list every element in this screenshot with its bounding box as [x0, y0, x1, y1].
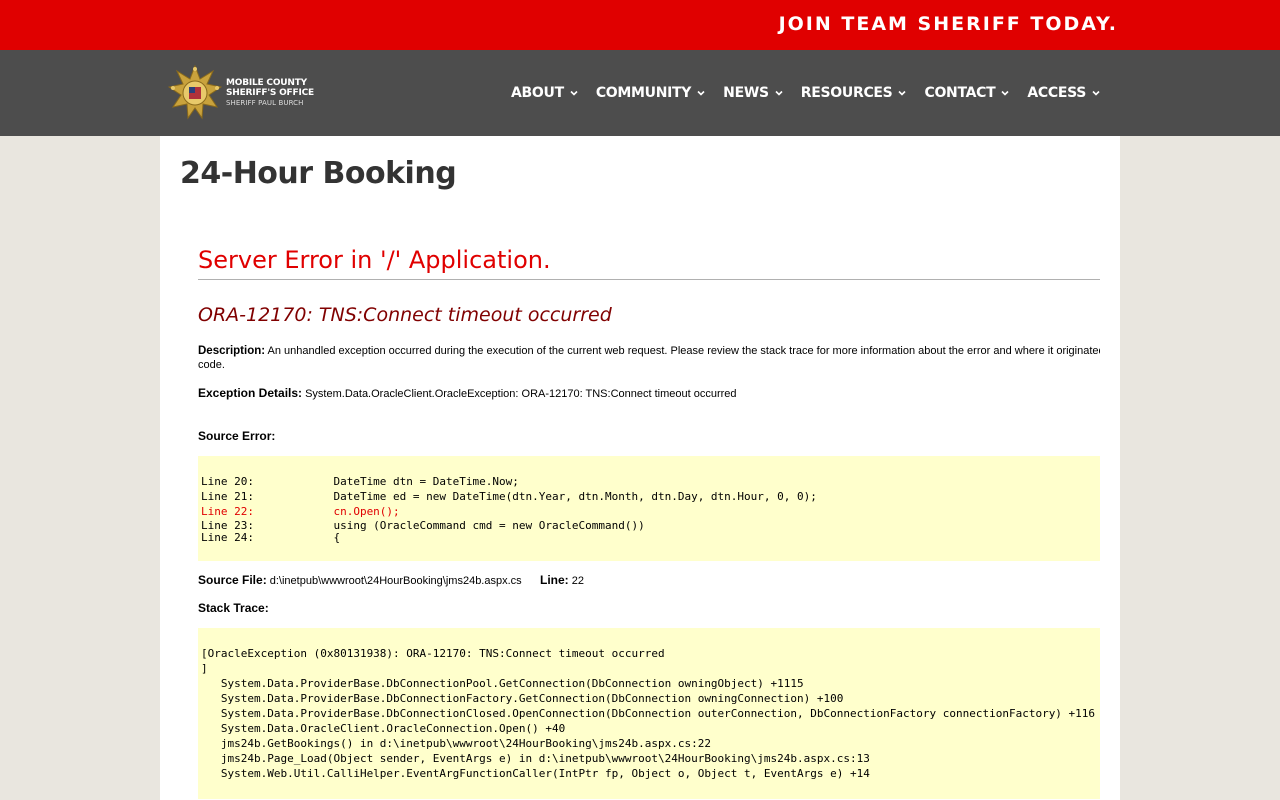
source-error-code: Line 20: DateTime dtn = DateTime.Now; Lin…	[198, 456, 1100, 561]
chevron-down-icon	[697, 90, 705, 96]
chevron-down-icon	[570, 90, 578, 96]
stack-line: System.Web.Util.CalliHelper.EventArgFunc…	[201, 767, 870, 780]
stack-line: System.Data.ProviderBase.DbConnectionClo…	[201, 707, 1096, 720]
exception-details: Exception Details: System.Data.OracleCli…	[198, 386, 1100, 400]
stack-line: [OracleException (0x80131938): ORA-12170…	[201, 647, 665, 660]
menu-item-label: ACCESS	[1027, 85, 1087, 101]
logo-line-1: MOBILE COUNTY	[226, 78, 307, 88]
source-line: Line 20: DateTime dtn = DateTime.Now;	[201, 475, 519, 488]
menu-item-resources[interactable]: RESOURCES	[801, 85, 908, 101]
description-label: Description:	[198, 345, 266, 357]
stack-line: System.Data.OracleClient.OracleConnectio…	[201, 722, 566, 735]
chevron-down-icon	[1092, 90, 1100, 96]
server-error-panel: Server Error in '/' Application. ORA-121…	[198, 246, 1100, 799]
source-file-row: Source File: d:\inetpub\wwwroot\24HourBo…	[198, 573, 1100, 587]
main-content: 24-Hour Booking Server Error in '/' Appl…	[160, 136, 1120, 800]
menu-item-about[interactable]: ABOUT	[511, 85, 579, 101]
page-title: 24-Hour Booking	[180, 156, 457, 191]
menu-item-label: RESOURCES	[800, 85, 893, 101]
chevron-down-icon	[898, 90, 907, 96]
stack-line: ]	[201, 662, 208, 675]
menu-item-news[interactable]: NEWS	[723, 85, 784, 101]
logo-line-3: SHERIFF PAUL BURCH	[226, 99, 304, 107]
line-label: Line:	[540, 573, 569, 587]
exception-text: System.Data.OracleClient.OracleException…	[305, 388, 737, 400]
chevron-down-icon	[775, 90, 783, 96]
menu-item-label: NEWS	[723, 85, 769, 101]
error-description: Description: An unhandled exception occu…	[198, 344, 1100, 372]
line-value: 22	[571, 575, 584, 587]
top-banner: JOIN TEAM SHERIFF TODAY.	[0, 0, 1280, 50]
menu-item-contact[interactable]: CONTACT	[924, 85, 1010, 101]
source-file-value: d:\inetpub\wwwroot\24HourBooking\jms24b.…	[269, 575, 522, 587]
error-message: ORA-12170: TNS:Connect timeout occurred	[198, 304, 612, 326]
stack-trace-label: Stack Trace:	[198, 601, 269, 615]
menu-item-community[interactable]: COMMUNITY	[596, 85, 706, 101]
exception-label: Exception Details:	[198, 386, 303, 400]
stack-line: jms24b.Page_Load(Object sender, EventArg…	[201, 752, 870, 765]
logo-line-2: SHERIFF'S OFFICE	[226, 88, 314, 98]
source-file-label: Source File:	[198, 573, 267, 587]
menu-item-access[interactable]: ACCESS	[1027, 85, 1101, 101]
menu-item-label: CONTACT	[924, 85, 996, 101]
stack-line: jms24b.GetBookings() in d:\inetpub\wwwro…	[201, 737, 711, 750]
stack-line: System.Data.ProviderBase.DbConnectionPoo…	[201, 677, 804, 690]
stack-trace-code: [OracleException (0x80131938): ORA-12170…	[198, 628, 1100, 799]
site-logo[interactable]: MOBILE COUNTY SHERIFF'S OFFICE SHERIFF P…	[168, 65, 318, 121]
menu-item-label: ABOUT	[511, 85, 564, 101]
source-line-highlighted: Line 22: cn.Open();	[201, 505, 400, 518]
error-heading: Server Error in '/' Application.	[198, 246, 1100, 280]
main-navbar: MOBILE COUNTY SHERIFF'S OFFICE SHERIFF P…	[0, 50, 1280, 136]
description-text: An unhandled exception occurred during t…	[267, 345, 1100, 357]
sheriff-star-badge-icon	[168, 65, 222, 120]
source-error-label: Source Error:	[198, 429, 276, 443]
source-line: Line 24: {	[201, 531, 341, 544]
join-team-link[interactable]: JOIN TEAM SHERIFF TODAY.	[779, 13, 1118, 35]
chevron-down-icon	[1001, 90, 1009, 96]
main-menu: ABOUT COMMUNITY NEWS RESOURCES CONTACT A…	[511, 50, 1118, 136]
description-tail: code.	[198, 359, 225, 371]
source-line: Line 21: DateTime ed = new DateTime(dtn.…	[201, 490, 817, 503]
menu-item-label: COMMUNITY	[595, 85, 692, 101]
stack-line: System.Data.ProviderBase.DbConnectionFac…	[201, 692, 844, 705]
